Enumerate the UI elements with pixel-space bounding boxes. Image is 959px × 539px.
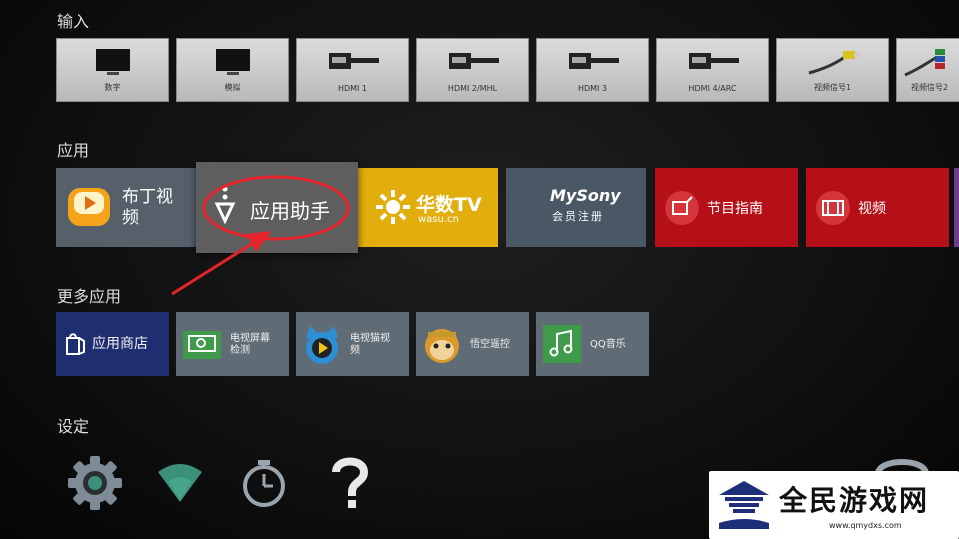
help-icon[interactable] [330, 456, 370, 512]
wukong-monkey-icon [425, 329, 459, 363]
app-label-line2: 频 [350, 345, 360, 356]
app-label: 悟空遥控 [470, 339, 510, 350]
gear-icon[interactable] [66, 454, 124, 512]
app-label-line1: 电视猫视 [350, 333, 390, 344]
app-label-line1: 电视屏幕 [230, 333, 270, 344]
tv-cat-logo-icon [306, 326, 338, 364]
watermark-title: 全民游戏网 [779, 484, 930, 517]
app-label: 应用商店 [92, 336, 148, 352]
music-note-icon [543, 325, 581, 363]
more-app-tile-app-store[interactable]: 应用商店 [56, 312, 169, 376]
wifi-icon[interactable] [156, 462, 204, 504]
annotation-overlay [171, 175, 350, 296]
annotation-arrow-head [246, 231, 272, 252]
more-app-tile-wukong-remote[interactable]: 悟空遥控 [416, 312, 529, 376]
more-app-tile-qq-music[interactable]: QQ音乐 [536, 312, 649, 376]
more-app-tile-tv-cat[interactable]: 电视猫视 频 [296, 312, 409, 376]
more-app-tile-screen-test[interactable]: 电视屏幕 检测 [176, 312, 289, 376]
annotation-arrow-shaft [171, 238, 259, 296]
shopping-bag-icon [66, 333, 85, 355]
app-label-line2: 检测 [230, 345, 250, 356]
watermark: 全民游戏网 www.qmydxs.com [709, 471, 959, 539]
screen-test-icon [183, 331, 221, 359]
watermark-url: www.qmydxs.com [829, 521, 902, 530]
app-label: QQ音乐 [590, 339, 626, 350]
timer-icon[interactable] [240, 458, 288, 508]
annotation-ellipse [202, 175, 350, 241]
temple-logo-icon [719, 481, 769, 529]
